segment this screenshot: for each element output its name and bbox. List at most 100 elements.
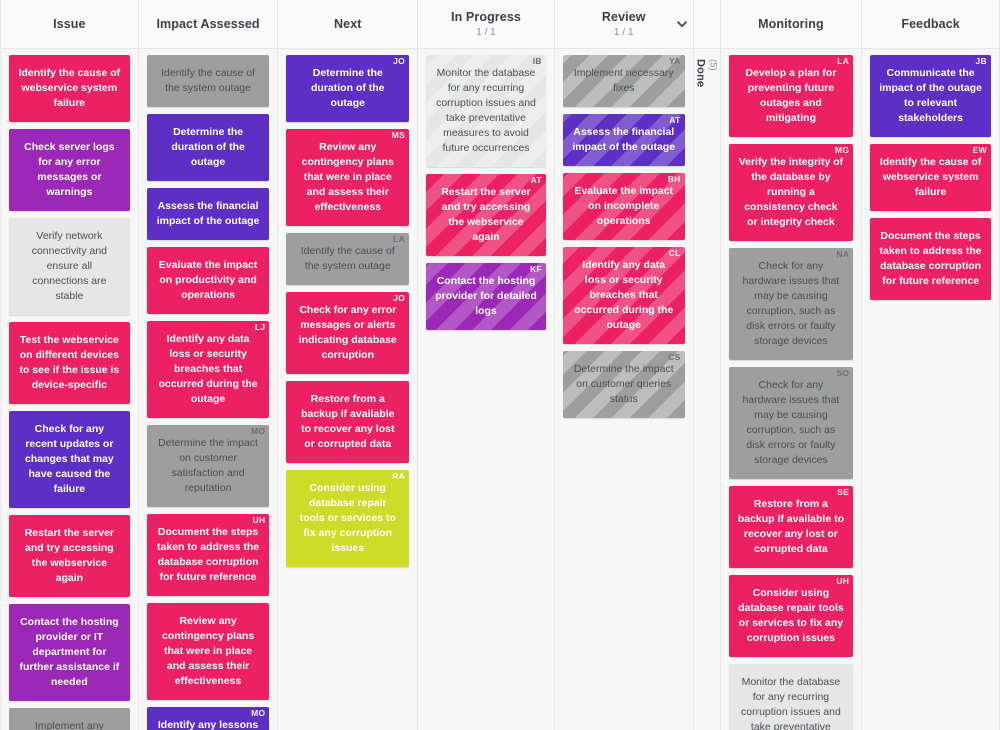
column-monitoring: Monitoring LA Develop a plan for preventin… xyxy=(720,0,863,730)
column-body-next: JO Determine the duration of the outage MS… xyxy=(278,49,418,730)
card[interactable]: Check for any recent updates or changes … xyxy=(9,411,130,508)
card[interactable]: LA Develop a plan for preventing future o… xyxy=(728,55,854,137)
card[interactable]: AT Assess the financial impact of the out… xyxy=(562,114,685,166)
card-title: Determine the impact on customer satisfa… xyxy=(158,437,258,494)
chevron-down-icon[interactable] xyxy=(675,17,689,31)
column-issue: Issue Identify the cause of webservice sy… xyxy=(0,0,139,730)
card-assignee-initials: BH xyxy=(667,174,681,184)
card-assignee-initials: CS xyxy=(668,352,681,362)
column-next: Next JO Determine the duration of the outa… xyxy=(278,0,419,730)
card-title: Determine the duration of the outage xyxy=(311,67,385,109)
card-title: Identify the cause of the system outage xyxy=(300,245,395,272)
card[interactable]: Determine the duration of the outage xyxy=(146,114,270,181)
card[interactable]: EW Identify the cause of webservice syste… xyxy=(870,144,991,211)
card-assignee-initials: KF xyxy=(529,264,542,274)
card-assignee-initials: SO xyxy=(836,368,850,378)
card[interactable]: Identify the cause of webservice system … xyxy=(9,55,130,122)
card-assignee-initials: JO xyxy=(393,56,406,66)
card-assignee-initials: EW xyxy=(972,145,987,155)
card[interactable]: Assess the financial impact of the outag… xyxy=(146,188,270,240)
card[interactable]: Evaluate the impact on productivity and … xyxy=(146,247,270,314)
card[interactable]: JB Communicate the impact of the outage t… xyxy=(870,55,991,137)
card-title: Develop a plan for preventing future out… xyxy=(745,67,837,124)
card-title: Determine the impact on customer queries… xyxy=(573,363,674,405)
column-count-in-progress: 1 / 1 xyxy=(476,26,496,38)
card-title: Consider using database repair tools or … xyxy=(299,482,396,554)
card[interactable]: Review any contingency plans that were i… xyxy=(146,603,270,700)
card-assignee-initials: NA xyxy=(836,249,850,259)
card-title: Assess the financial impact of the outag… xyxy=(572,126,676,153)
card-title: Identify the cause of the system outage xyxy=(161,67,256,94)
card-assignee-initials: AT xyxy=(669,115,681,125)
card[interactable]: RA Consider using database repair tools o… xyxy=(286,470,410,567)
column-done-collapsed[interactable]: Done (5) xyxy=(693,0,721,730)
card[interactable]: MS Review any contingency plans that were… xyxy=(286,129,410,226)
card[interactable]: NA Check for any hardware issues that may… xyxy=(728,248,854,360)
column-body-monitoring: LA Develop a plan for preventing future o… xyxy=(720,49,862,730)
card[interactable]: CS Determine the impact on customer queri… xyxy=(562,351,685,418)
card[interactable]: JO Determine the duration of the outage xyxy=(286,55,410,122)
column-header-done xyxy=(693,0,720,49)
card[interactable]: UH Document the steps taken to address th… xyxy=(146,514,270,596)
column-body-feedback: JB Communicate the impact of the outage t… xyxy=(862,49,999,730)
column-header-monitoring[interactable]: Monitoring xyxy=(720,0,862,49)
card-assignee-initials: MS xyxy=(391,130,406,140)
card[interactable]: YA Implement necessary fixes xyxy=(562,55,685,107)
card[interactable]: MO Determine the impact on customer satis… xyxy=(146,425,270,507)
column-header-review[interactable]: Review 1 / 1 xyxy=(554,0,693,49)
card[interactable]: KF Contact the hosting provider for detai… xyxy=(426,263,546,330)
card[interactable]: Test the webservice on different devices… xyxy=(9,322,130,404)
card[interactable]: Check server logs for any error messages… xyxy=(9,129,130,211)
card-assignee-initials: LJ xyxy=(254,322,266,332)
card[interactable]: SO Check for any hardware issues that may… xyxy=(728,367,854,479)
card-title: Restart the server and try accessing the… xyxy=(24,527,115,584)
card-title: Monitor the database for any recurring c… xyxy=(741,676,841,730)
card-title: Implement necessary fixes xyxy=(573,67,674,94)
card[interactable]: AT Restart the server and try accessing t… xyxy=(426,174,546,256)
column-body-issue: Identify the cause of webservice system … xyxy=(1,49,138,730)
card[interactable]: Implement any necessary fixes or updates… xyxy=(9,708,130,730)
card[interactable]: SE Restore from a backup if available to … xyxy=(728,486,854,568)
card-title: Check for any recent updates or changes … xyxy=(25,423,114,495)
card-assignee-initials: UH xyxy=(252,515,266,525)
card[interactable]: LJ Identify any data loss or security bre… xyxy=(146,321,270,418)
card[interactable]: Restart the server and try accessing the… xyxy=(9,515,130,597)
card-assignee-initials: SE xyxy=(837,487,850,497)
column-feedback: Feedback JB Communicate the impact of the … xyxy=(862,0,1000,730)
column-header-next[interactable]: Next xyxy=(278,0,418,49)
card[interactable]: MG Verify the integrity of the database b… xyxy=(728,144,854,241)
card-assignee-initials: MO xyxy=(251,708,266,718)
card[interactable]: Identify the cause of the system outage xyxy=(146,55,270,107)
card[interactable]: Verify network connectivity and ensure a… xyxy=(9,218,130,315)
card[interactable]: UH Consider using database repair tools o… xyxy=(728,575,854,657)
card[interactable]: Restore from a backup if available to re… xyxy=(286,381,410,463)
card[interactable]: MOIdentify any lessons learned from the … xyxy=(146,707,270,730)
card-title: Communicate the impact of the outage to … xyxy=(879,67,982,124)
card[interactable]: LA Identify the cause of the system outag… xyxy=(286,233,410,285)
card[interactable]: Contact the hosting provider or IT depar… xyxy=(9,604,130,701)
card-assignee-initials: JB xyxy=(975,56,987,66)
card-title: Verify the integrity of the database by … xyxy=(738,156,844,228)
card-title: Check server logs for any error messages… xyxy=(24,141,115,198)
column-header-issue[interactable]: Issue xyxy=(1,0,138,49)
card[interactable]: JO Check for any error messages or alerts… xyxy=(286,292,410,374)
card[interactable]: Document the steps taken to address the … xyxy=(870,218,991,300)
card[interactable]: BH Evaluate the impact on incomplete oper… xyxy=(562,173,685,240)
card[interactable]: Monitor the database for any recurring c… xyxy=(728,664,854,730)
column-count-done: (5) xyxy=(707,59,719,71)
card-title: Identify any data loss or security breac… xyxy=(574,259,674,331)
column-review: Review 1 / 1 YA Implement necessary fixes AT… xyxy=(554,0,694,730)
column-body-impact-assessed: Identify the cause of the system outage D… xyxy=(138,49,278,730)
card-title: Consider using database repair tools or … xyxy=(738,587,844,644)
card[interactable]: IB Monitor the database for any recurring… xyxy=(426,55,546,167)
card-assignee-initials: YA xyxy=(668,56,681,66)
column-count-review: 1 / 1 xyxy=(614,26,634,38)
card-title: Verify network connectivity and ensure a… xyxy=(31,230,108,302)
card-assignee-initials: UH xyxy=(836,576,850,586)
column-header-in-progress[interactable]: In Progress 1 / 1 xyxy=(418,0,554,49)
column-header-feedback[interactable]: Feedback xyxy=(862,0,999,49)
card-title: Document the steps taken to address the … xyxy=(157,526,260,583)
column-header-impact-assessed[interactable]: Impact Assessed xyxy=(138,0,278,49)
card[interactable]: CL Identify any data loss or security bre… xyxy=(562,247,685,344)
column-title-issue: Issue xyxy=(53,16,86,31)
